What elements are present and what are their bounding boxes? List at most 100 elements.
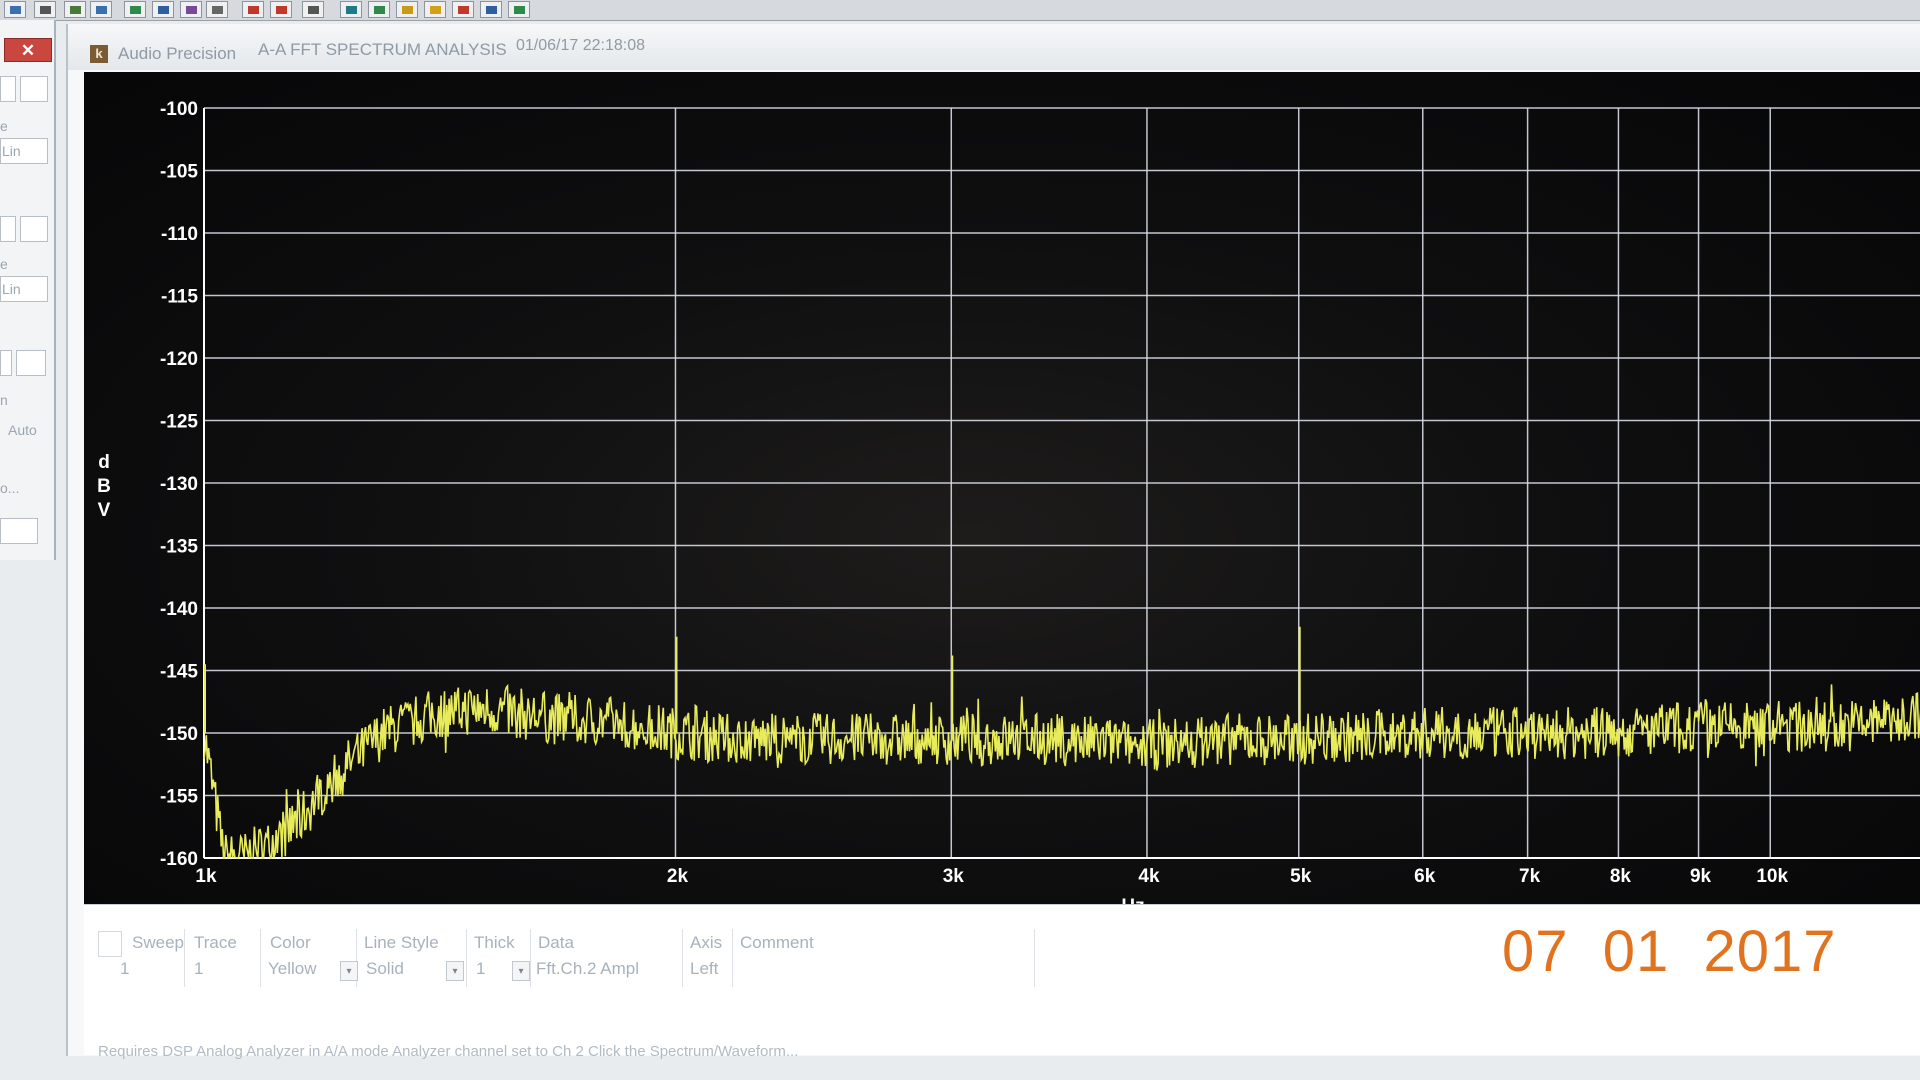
split-icon: [96, 6, 107, 14]
legend-separator: [184, 929, 185, 987]
table-button[interactable]: [206, 1, 228, 18]
monitor-icon: [486, 6, 497, 14]
spectrum-button[interactable]: [452, 1, 474, 18]
photo-date-stamp: 07 01 2017: [1502, 919, 1837, 984]
waveform-button[interactable]: [4, 1, 26, 18]
sweep-button[interactable]: [242, 1, 264, 18]
analysis-title: A-A FFT SPECTRUM ANALYSIS: [258, 40, 507, 59]
loop-icon: [374, 6, 385, 14]
arrow-button[interactable]: [34, 1, 56, 18]
y-tick-label: -145: [160, 662, 198, 683]
y-tick-label: -130: [160, 474, 198, 495]
star-button[interactable]: [270, 1, 292, 18]
y-tick-label: -115: [161, 287, 198, 308]
legend-color-value[interactable]: Yellow: [268, 959, 317, 979]
legend-sweep-value: 1: [120, 959, 130, 978]
monitor-button[interactable]: [480, 1, 502, 18]
legend-header-axis: Axis: [690, 933, 723, 952]
graph-timestamp: 01/06/17 22:18:08: [516, 37, 646, 54]
arrow-icon: [40, 6, 51, 14]
panel-browse-button[interactable]: [16, 350, 46, 376]
edit-button[interactable]: [302, 1, 324, 18]
legend-separator: [1034, 929, 1035, 987]
split-button[interactable]: [90, 1, 112, 18]
legend-axis-value[interactable]: Left: [690, 959, 718, 979]
legend-header-line-style: Line Style: [364, 933, 439, 952]
audio-precision-icon: k: [90, 45, 108, 63]
edit-icon: [308, 6, 319, 14]
spectrum-chart: -100 -105 -110 -115 -120 -125 -130 -135 -140 -145…: [97, 99, 1920, 917]
panel-field[interactable]: [0, 216, 16, 242]
panel-field[interactable]: [0, 350, 12, 376]
legend-header-data: Data: [538, 933, 574, 952]
panel-browse-button[interactable]: [20, 216, 48, 242]
lines-button[interactable]: [508, 1, 530, 18]
x-tick-label: 5k: [1290, 866, 1312, 887]
grid-icon: [70, 6, 81, 14]
x-tick-label: 3k: [943, 866, 965, 887]
chart-button[interactable]: [180, 1, 202, 18]
y-axis-label: d: [98, 452, 110, 473]
panel-field[interactable]: [0, 76, 16, 102]
line-style-dropdown-arrow[interactable]: ▾: [446, 961, 464, 981]
x-tick-label: 10k: [1756, 866, 1788, 887]
loop-button[interactable]: [368, 1, 390, 18]
panel-label: Auto: [8, 422, 37, 438]
x-tick-label: 9k: [1690, 866, 1712, 887]
star-icon: [276, 6, 287, 14]
graph-button[interactable]: [340, 1, 362, 18]
spectrum-plot-area[interactable]: -100 -105 -110 -115 -120 -125 -130 -135 -140 -145…: [84, 72, 1920, 918]
legend-line-style-value[interactable]: Solid: [366, 959, 404, 979]
panel-browse-button[interactable]: [20, 76, 48, 102]
legend-header-comment: Comment: [740, 933, 814, 952]
panel-label: Lin: [2, 143, 21, 159]
legend-header-sweep: Sweep: [132, 933, 184, 952]
x-tick-label: 7k: [1519, 866, 1541, 887]
y-axis-label: B: [97, 476, 111, 497]
left-side-panel: ✕ e Lin e Lin n Auto o...: [0, 20, 56, 560]
legend-separator: [530, 929, 531, 987]
y-tick-label: -120: [160, 349, 198, 370]
y-tick-label: -160: [160, 849, 198, 870]
panel-label: n: [0, 392, 8, 408]
legend-select-box[interactable]: [98, 931, 122, 957]
y-tick-label: -105: [160, 162, 198, 183]
panel-field[interactable]: [0, 518, 38, 544]
bars-icon: [430, 6, 441, 14]
legend-header-trace: Trace: [194, 933, 237, 952]
y-tick-label: -110: [161, 224, 198, 245]
grid-button[interactable]: [64, 1, 86, 18]
y-tick-label: -140: [160, 599, 198, 620]
color-dropdown-arrow[interactable]: ▾: [340, 961, 358, 981]
scope-button[interactable]: [396, 1, 418, 18]
app-name: Audio Precision: [118, 44, 237, 63]
panel-label: o...: [0, 480, 20, 496]
scope-icon: [402, 6, 413, 14]
import-button[interactable]: [124, 1, 146, 18]
y-tick-label: -125: [160, 412, 198, 433]
y-axis-label: V: [98, 500, 111, 521]
download-button[interactable]: [152, 1, 174, 18]
x-tick-label: 6k: [1414, 866, 1436, 887]
x-tick-label: 8k: [1610, 866, 1632, 887]
graph-icon: [346, 6, 357, 14]
graph-title-bar: k Audio Precision A-A FFT SPECTRUM ANALY…: [68, 24, 1920, 70]
thick-dropdown-arrow[interactable]: ▾: [512, 961, 530, 981]
bars-button[interactable]: [424, 1, 446, 18]
y-tick-label: -100: [160, 99, 198, 120]
legend-header-color: Color: [270, 933, 311, 952]
legend-separator: [682, 929, 683, 987]
panel-label: Lin: [2, 281, 21, 297]
x-tick-label: 1k: [195, 866, 217, 887]
legend-separator: [466, 929, 467, 987]
sweep-icon: [248, 6, 259, 14]
graph-window: k Audio Precision A-A FFT SPECTRUM ANALY…: [66, 24, 1920, 1060]
legend-thick-value[interactable]: 1: [476, 959, 485, 979]
x-tick-label: 2k: [667, 866, 689, 887]
import-icon: [130, 6, 141, 14]
waveform-icon: [10, 6, 21, 14]
toolbar: [0, 0, 1920, 21]
close-button[interactable]: ✕: [4, 38, 52, 62]
legend-data-value[interactable]: Fft.Ch.2 Ampl: [536, 959, 639, 979]
legend-separator: [260, 929, 261, 987]
